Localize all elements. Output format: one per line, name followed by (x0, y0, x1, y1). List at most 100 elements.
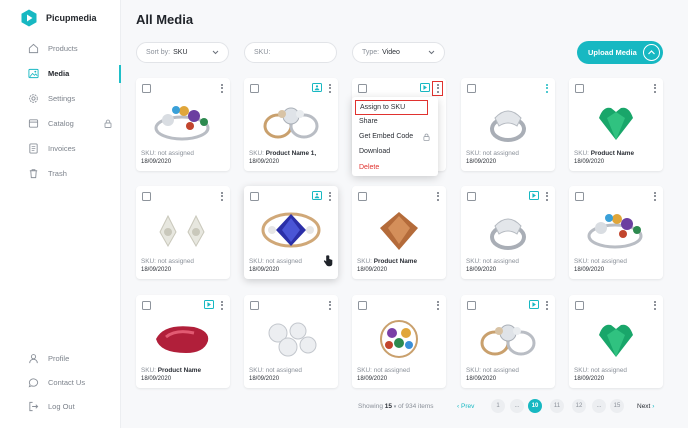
select-checkbox[interactable] (467, 84, 476, 93)
jewelry-thumbnail[interactable] (471, 204, 545, 254)
more-options-icon[interactable] (653, 301, 656, 311)
sidebar-item-contact-us[interactable]: Contact Us (0, 370, 120, 394)
more-options-icon[interactable] (545, 192, 548, 202)
select-checkbox[interactable] (467, 192, 476, 201)
sidebar-item-trash[interactable]: Trash (0, 161, 120, 186)
select-checkbox[interactable] (575, 84, 584, 93)
menu-item-share[interactable]: Share (359, 118, 378, 125)
select-checkbox[interactable] (250, 301, 259, 310)
sku-label: SKU: (466, 150, 481, 157)
select-checkbox[interactable] (575, 192, 584, 201)
more-options-icon[interactable] (328, 84, 331, 94)
media-card[interactable]: SKU: not assigned 18/09/2020 (136, 186, 230, 279)
select-checkbox[interactable] (358, 192, 367, 201)
more-options-icon[interactable] (436, 192, 439, 202)
more-options-icon[interactable] (220, 84, 223, 94)
jewelry-thumbnail[interactable] (146, 96, 220, 146)
chat-icon (28, 378, 39, 388)
prev-label: Prev (460, 403, 475, 410)
select-checkbox[interactable] (250, 192, 259, 201)
select-checkbox[interactable] (467, 301, 476, 310)
type-select[interactable]: Type: Video (352, 42, 445, 63)
sidebar-item-catalog[interactable]: Catalog (0, 111, 120, 136)
select-checkbox[interactable] (142, 301, 151, 310)
jewelry-thumbnail[interactable] (362, 313, 436, 363)
page-button[interactable]: 1 (491, 399, 505, 413)
chevron-down-icon[interactable]: ▾ (394, 404, 397, 410)
more-options-icon[interactable] (328, 192, 331, 202)
select-checkbox[interactable] (358, 84, 367, 93)
media-card[interactable]: SKU: Product Name 18/09/2020 (136, 295, 230, 388)
sidebar-item-log-out[interactable]: Log Out (0, 394, 120, 418)
jewelry-thumbnail[interactable] (579, 96, 653, 146)
upload-toggle[interactable] (643, 44, 660, 61)
sidebar: Picupmedia Products Media Settings Catal… (0, 0, 121, 428)
sidebar-item-invoices[interactable]: Invoices (0, 136, 120, 161)
media-card[interactable]: SKU: not assigned 18/09/2020 (569, 295, 663, 388)
jewelry-thumbnail[interactable] (254, 313, 328, 363)
jewelry-thumbnail[interactable] (254, 96, 328, 146)
select-checkbox[interactable] (142, 84, 151, 93)
sidebar-item-products[interactable]: Products (0, 36, 120, 61)
page-button-current[interactable]: 10 (528, 399, 542, 413)
media-card[interactable]: SKU: not assigned 18/09/2020 (136, 78, 230, 171)
more-options-icon[interactable] (653, 84, 656, 94)
jewelry-thumbnail[interactable] (146, 313, 220, 363)
upload-media-button[interactable]: Upload Media (577, 41, 663, 64)
brand[interactable]: Picupmedia (20, 9, 97, 27)
select-checkbox[interactable] (358, 301, 367, 310)
sidebar-item-media[interactable]: Media (0, 61, 121, 86)
more-options-icon[interactable] (545, 301, 548, 311)
pagination-summary: Showing 15 ▾ of 934 items (358, 403, 434, 410)
sku-label: SKU: (466, 258, 481, 265)
page-button[interactable]: 11 (550, 399, 564, 413)
more-options-icon[interactable] (328, 301, 331, 311)
more-options-icon[interactable] (220, 192, 223, 202)
media-card[interactable]: SKU: not assigned 18/09/2020 (461, 295, 555, 388)
sku-label: SKU: (249, 367, 264, 374)
sidebar-item-label: Invoices (48, 144, 76, 153)
more-options-icon[interactable] (432, 81, 443, 96)
prev-page-button[interactable]: ‹ Prev (457, 403, 474, 410)
jewelry-thumbnail[interactable] (579, 204, 653, 254)
more-options-icon[interactable] (436, 301, 439, 311)
jewelry-thumbnail[interactable] (254, 204, 328, 254)
page-button[interactable]: 12 (572, 399, 586, 413)
sku-text: SKU: Product Name 1, (249, 150, 316, 157)
menu-item-get-embed-code[interactable]: Get Embed Code (359, 133, 413, 140)
gear-icon (29, 94, 38, 103)
media-card[interactable]: SKU: not assigned 18/09/2020 (461, 78, 555, 171)
select-checkbox[interactable] (142, 192, 151, 201)
menu-item-assign-to-sku[interactable]: Assign to SKU (355, 100, 428, 115)
sidebar-item-label: Trash (48, 169, 67, 178)
media-card[interactable]: SKU: Product Name 1, 18/09/2020 (244, 78, 338, 171)
jewelry-thumbnail[interactable] (471, 313, 545, 363)
sidebar-item-profile[interactable]: Profile (0, 346, 120, 370)
more-options-icon[interactable] (220, 301, 223, 311)
sidebar-item-settings[interactable]: Settings (0, 86, 120, 111)
media-card[interactable]: SKU: not assigned 18/09/2020 (244, 295, 338, 388)
more-options-icon[interactable] (545, 84, 548, 94)
jewelry-thumbnail[interactable] (579, 313, 653, 363)
jewelry-thumbnail[interactable] (146, 204, 220, 254)
jewelry-thumbnail[interactable] (471, 96, 545, 146)
per-page-select[interactable]: 15 (385, 403, 392, 410)
more-options-icon[interactable] (653, 192, 656, 202)
media-card[interactable]: SKU: not assigned 18/09/2020 (569, 186, 663, 279)
media-card[interactable]: SKU: not assigned 18/09/2020 (461, 186, 555, 279)
select-checkbox[interactable] (575, 301, 584, 310)
sku-value: not assigned (482, 258, 519, 265)
sku-text: SKU: not assigned (466, 258, 519, 265)
page-button[interactable]: 15 (610, 399, 624, 413)
select-checkbox[interactable] (250, 84, 259, 93)
media-card[interactable]: SKU: not assigned 18/09/2020 (352, 295, 446, 388)
sku-search-input[interactable]: SKU: (244, 42, 337, 63)
jewelry-thumbnail[interactable] (362, 204, 436, 254)
menu-item-delete[interactable]: Delete (359, 164, 379, 171)
next-page-button[interactable]: Next › (637, 403, 654, 410)
menu-item-download[interactable]: Download (359, 148, 390, 155)
media-card[interactable]: SKU: Product Name 18/09/2020 (352, 186, 446, 279)
sort-by-select[interactable]: Sort by: SKU (136, 42, 229, 63)
media-card[interactable]: SKU: Product Name 18/09/2020 (569, 78, 663, 171)
media-date: 18/09/2020 (249, 159, 280, 165)
